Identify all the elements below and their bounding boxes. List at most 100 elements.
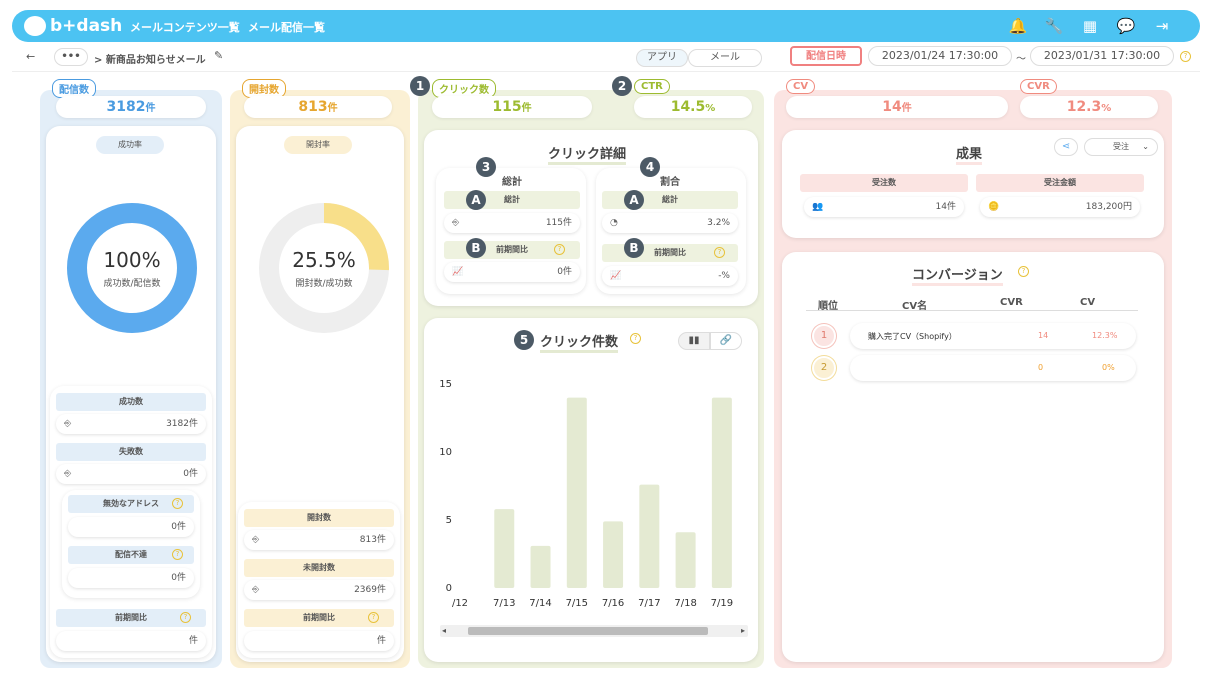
toggle-mail[interactable]: メール xyxy=(688,49,762,67)
ctr-tag: CTR xyxy=(634,79,670,94)
click-chart-title: クリック件数 xyxy=(540,331,619,353)
nav-mail-contents[interactable]: メールコンテンツ一覧 xyxy=(130,19,240,35)
chart-scrollbar[interactable]: ◂ ▸ xyxy=(440,625,748,637)
total-prev-value: 📈 0件 xyxy=(444,262,580,282)
wrench-icon[interactable]: 🔧 xyxy=(1044,16,1064,36)
date-from-input[interactable]: 2023/01/24 17:30:00 xyxy=(868,46,1012,66)
marker-b: B xyxy=(624,238,644,258)
logout-icon[interactable]: ⇥ xyxy=(1152,16,1172,36)
cv-count-value: 14 xyxy=(882,99,902,115)
ctr-number: 14.5 xyxy=(670,99,706,115)
marker-4: 4 xyxy=(640,157,660,177)
help-icon[interactable]: ? xyxy=(180,612,191,623)
open-prev-unit: 件 xyxy=(376,636,386,646)
edit-icon[interactable]: ✎ xyxy=(214,49,223,62)
nav-mail-delivery[interactable]: メール配信一覧 xyxy=(248,19,325,35)
help-icon[interactable]: ? xyxy=(714,247,725,258)
marker-3: 3 xyxy=(476,157,496,177)
link-icon[interactable]: 🔗 xyxy=(710,332,742,350)
date-tilde: 〜 xyxy=(1016,54,1026,65)
orders-number: 14件 xyxy=(935,202,956,212)
delivery-pct: 100% xyxy=(103,248,161,272)
cvr-number: 12.3 xyxy=(1066,99,1102,115)
chat-icon[interactable]: 💬 xyxy=(1116,16,1136,36)
pie-icon: ◔ xyxy=(610,218,618,228)
cv-cvr: 14 xyxy=(1038,331,1049,340)
opened-value: ⎆ 813件 xyxy=(244,530,394,550)
chart-bar[interactable] xyxy=(639,484,660,588)
logo-text: b+dash xyxy=(50,16,123,36)
users-icon: 👥 xyxy=(812,202,824,212)
scroll-right-icon[interactable]: ▸ xyxy=(741,626,745,635)
help-icon[interactable]: ? xyxy=(1180,51,1191,62)
help-icon[interactable]: ? xyxy=(1018,266,1029,277)
delivery-pct-caption: 成功数/配信数 xyxy=(103,279,161,289)
chart-bar[interactable] xyxy=(675,532,696,588)
grid-icon[interactable]: ▦ xyxy=(1080,16,1100,36)
scroll-left-icon[interactable]: ◂ xyxy=(442,626,446,635)
result-select-value: 受注 xyxy=(1113,142,1129,151)
chart-bar[interactable] xyxy=(603,521,624,588)
help-icon[interactable]: ? xyxy=(172,498,183,509)
door-icon: ⎆ xyxy=(252,585,260,595)
chart-bar[interactable] xyxy=(530,545,551,588)
scrollbar-thumb[interactable] xyxy=(468,627,708,635)
col-cv: CV xyxy=(1080,297,1096,308)
unopened-label: 未開封数 xyxy=(244,559,394,577)
opened-label: 開封数 xyxy=(244,509,394,527)
chevron-down-icon: ⌄ xyxy=(1142,142,1149,151)
cv-cv: 0% xyxy=(1102,363,1115,372)
opened-number: 813 xyxy=(359,535,377,545)
open-count: 813件 xyxy=(244,96,392,118)
result-select[interactable]: 受注 ⌄ xyxy=(1084,138,1158,156)
chart-bar[interactable] xyxy=(566,397,587,588)
success-count-number: 3182 xyxy=(166,419,189,429)
help-icon[interactable]: ? xyxy=(630,333,641,344)
open-prev-value: 件 xyxy=(244,631,394,651)
open-pct: 25.5% xyxy=(292,248,356,272)
click-count-unit: 件 xyxy=(521,103,532,114)
ratio-prev-number: -% xyxy=(718,271,730,281)
col-rank: 順位 xyxy=(818,301,838,312)
logo[interactable]: b+dash xyxy=(24,14,122,38)
date-button[interactable]: 配信日時 xyxy=(790,46,862,66)
chart-svg: 0 5 10 15/12 7/13 7/14 7/15 7/16 7/17 7/18 7/19 xyxy=(439,379,733,609)
cvr-tag: CVR xyxy=(1020,79,1057,94)
help-icon[interactable]: ? xyxy=(368,612,379,623)
fail-count-value: ⎆ 0件 xyxy=(56,464,206,484)
chart-bar[interactable] xyxy=(494,509,515,588)
total-title: 総計 xyxy=(502,177,522,188)
x-tick-label: 7/13 xyxy=(493,598,515,609)
delivery-count-unit: 件 xyxy=(145,103,156,114)
prev-period-unit: 件 xyxy=(188,636,198,646)
x-tick-label: 7/15 xyxy=(566,598,588,609)
help-icon[interactable]: ? xyxy=(172,549,183,560)
table-row[interactable]: 0 0% xyxy=(850,355,1136,381)
toggle-app[interactable]: アプリ xyxy=(636,49,688,67)
marker-2: 2 xyxy=(612,76,632,96)
x-tick-label: /12 xyxy=(452,598,468,609)
conversion-card xyxy=(782,252,1164,662)
cv-tag: CV xyxy=(786,79,816,94)
total-sum-value: ⎆ 115件 xyxy=(444,213,580,233)
success-count-value: ⎆ 3182件 xyxy=(56,414,206,434)
help-icon[interactable]: ? xyxy=(554,244,565,255)
y-tick-label: 15 xyxy=(439,379,452,390)
success-count-label: 成功数 xyxy=(56,393,206,411)
table-row[interactable]: 購入完了CV（Shopify） 14 12.3% xyxy=(850,323,1136,349)
back-icon[interactable]: ← xyxy=(26,50,35,63)
date-to-input[interactable]: 2023/01/31 17:30:00 xyxy=(1030,46,1174,66)
logo-icon xyxy=(24,16,46,36)
more-button[interactable]: ••• xyxy=(54,48,88,66)
door-icon: ⎆ xyxy=(452,218,460,228)
bell-icon[interactable]: 🔔 xyxy=(1008,16,1028,36)
chart-bar[interactable] xyxy=(711,397,732,588)
click-bar-chart: 0 5 10 15/12 7/13 7/14 7/15 7/16 7/17 7/18 7/19 xyxy=(430,372,750,612)
door-icon: ⎆ xyxy=(252,535,260,545)
col-cvr: CVR xyxy=(1000,297,1023,308)
door-icon: ⎆ xyxy=(64,419,72,429)
bar-chart-icon[interactable]: ▮▮ xyxy=(678,332,710,350)
fail-count-unit: 件 xyxy=(188,469,198,479)
y-tick-label: 10 xyxy=(439,447,452,458)
share-icon[interactable]: ⋖ xyxy=(1054,138,1078,156)
